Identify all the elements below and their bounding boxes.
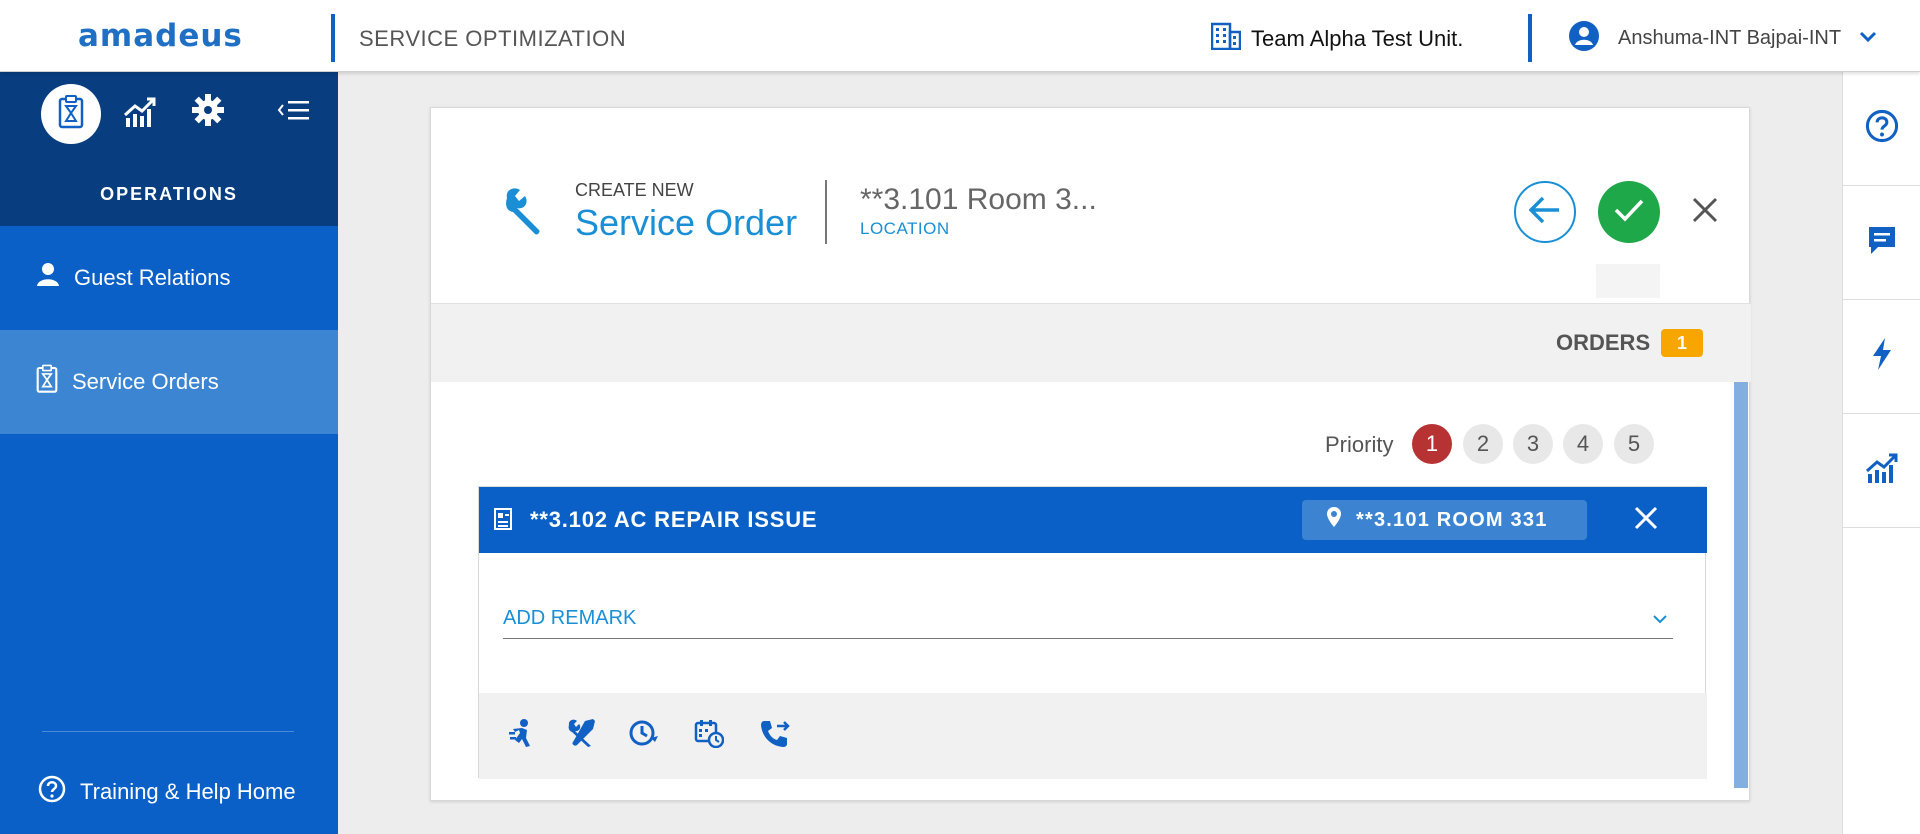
building-icon (1210, 22, 1242, 55)
chart-trend-icon (1865, 452, 1899, 489)
priority-1[interactable]: 1 (1412, 424, 1452, 464)
help-circle-icon (1865, 109, 1899, 148)
history-button[interactable] (625, 717, 661, 753)
clipboard-hourglass-icon (58, 94, 84, 134)
order-item: **3.102 AC REPAIR ISSUE **3.101 ROOM 331… (478, 486, 1707, 779)
wrench-icon (501, 186, 551, 241)
top-bar: amadeus SERVICE OPTIMIZATION Team Alpha … (0, 0, 1920, 72)
priority-5[interactable]: 5 (1614, 424, 1654, 464)
confirm-tooltip (1596, 264, 1660, 298)
sidebar-header: OPERATIONS (0, 72, 338, 226)
create-new-label: CREATE NEW (575, 180, 694, 200)
call-forward-button[interactable] (757, 717, 793, 753)
confirm-button[interactable] (1598, 181, 1660, 243)
order-header: **3.102 AC REPAIR ISSUE **3.101 ROOM 331 (479, 487, 1707, 553)
user-avatar-icon (1568, 20, 1600, 57)
document-icon (493, 507, 513, 536)
help-rail-button[interactable] (1843, 72, 1920, 186)
sidebar-divider (42, 731, 294, 732)
training-help-label: Training & Help Home (80, 779, 296, 804)
arrow-left-icon (1528, 196, 1561, 229)
chart-trend-icon (123, 96, 157, 133)
lightning-icon (1870, 337, 1894, 376)
chat-icon (1866, 224, 1898, 261)
clipboard-hourglass-icon (36, 364, 58, 400)
section-title: OPERATIONS (100, 184, 238, 204)
clock-history-icon (627, 718, 659, 753)
scrollbar-thumb[interactable] (1734, 382, 1748, 788)
sidebar-item-label: Guest Relations (74, 265, 231, 290)
order-actions-bar (479, 693, 1707, 779)
collapse-sidebar-button[interactable] (274, 96, 314, 130)
help-circle-icon (38, 775, 66, 809)
sidebar-item-guest-relations[interactable]: Guest Relations (0, 226, 338, 330)
sidebar-item-service-orders[interactable]: Service Orders (0, 330, 338, 434)
operations-tab[interactable] (41, 84, 101, 144)
close-button[interactable] (1683, 190, 1727, 234)
assign-runner-button[interactable] (503, 717, 539, 753)
collapse-menu-icon (277, 98, 311, 129)
chevron-down-icon (1653, 611, 1667, 629)
sidebar: OPERATIONS Guest Relations Service Order… (0, 72, 338, 834)
card-header: CREATE NEW Service Order **3.101 Room 3.… (431, 108, 1751, 304)
header-divider (331, 14, 335, 62)
remove-order-button[interactable] (1629, 503, 1663, 537)
amadeus-logo: amadeus (78, 18, 243, 54)
gear-icon (191, 93, 225, 132)
checkmark-icon (1613, 197, 1645, 228)
location-label: LOCATION (860, 219, 950, 238)
app-title: SERVICE OPTIMIZATION (359, 26, 627, 51)
user-name: Anshuma-INT Bajpai-INT (1618, 27, 1842, 49)
add-remark-field[interactable]: ADD REMARK (503, 597, 1673, 639)
order-location-chip[interactable]: **3.101 ROOM 331 (1302, 500, 1587, 540)
location-value[interactable]: **3.101 Room 3... (860, 183, 1097, 217)
unit-selector[interactable]: Team Alpha Test Unit. (1210, 22, 1464, 55)
chevron-down-icon (1859, 30, 1877, 48)
settings-tab[interactable] (188, 92, 228, 132)
training-help-link[interactable]: Training & Help Home (0, 750, 338, 834)
right-rail (1842, 72, 1920, 834)
header-divider-right (1528, 14, 1532, 62)
location-pin-icon (1326, 506, 1342, 534)
close-icon (1691, 196, 1719, 229)
header-divider (825, 180, 827, 244)
back-button[interactable] (1514, 181, 1576, 243)
phone-forward-icon (760, 718, 790, 753)
maintenance-button[interactable] (563, 717, 599, 753)
order-title: **3.102 AC REPAIR ISSUE (530, 507, 818, 532)
priority-2[interactable]: 2 (1463, 424, 1503, 464)
priority-label: Priority (1325, 432, 1394, 457)
priority-4[interactable]: 4 (1563, 424, 1603, 464)
orders-label: ORDERS (1556, 330, 1651, 355)
page-title: Service Order (575, 202, 798, 243)
analytics-rail-button[interactable] (1843, 414, 1920, 528)
user-menu[interactable]: Anshuma-INT Bajpai-INT (1568, 20, 1877, 57)
add-remark-label: ADD REMARK (503, 607, 637, 629)
orders-bar: ORDERS 1 (431, 304, 1751, 382)
person-icon (36, 262, 60, 294)
tools-icon (566, 718, 596, 753)
calendar-clock-icon (694, 718, 725, 753)
orders-count-badge: 1 (1661, 329, 1703, 357)
quick-actions-rail-button[interactable] (1843, 300, 1920, 414)
schedule-button[interactable] (691, 717, 727, 753)
analytics-tab[interactable] (120, 94, 160, 134)
priority-3[interactable]: 3 (1513, 424, 1553, 464)
close-icon (1633, 505, 1659, 536)
service-order-card: CREATE NEW Service Order **3.101 Room 3.… (430, 107, 1751, 801)
running-person-icon (507, 718, 535, 753)
messages-rail-button[interactable] (1843, 186, 1920, 300)
sidebar-item-label: Service Orders (72, 369, 219, 394)
unit-name: Team Alpha Test Unit. (1251, 25, 1464, 51)
order-location-label: **3.101 ROOM 331 (1356, 508, 1548, 531)
